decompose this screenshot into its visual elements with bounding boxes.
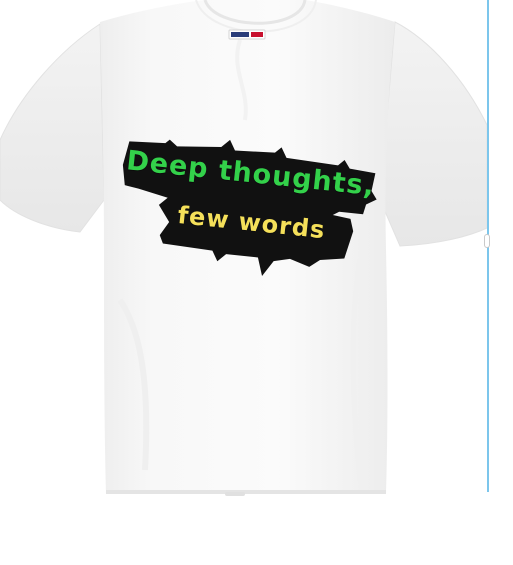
frame-edge-handle — [484, 234, 490, 248]
left-sleeve — [0, 23, 105, 233]
product-image: Deep thoughts, few words — [0, 0, 513, 565]
shirt-print: Deep thoughts, few words — [111, 135, 380, 301]
neck-tag — [228, 29, 266, 40]
right-sleeve — [379, 21, 488, 247]
